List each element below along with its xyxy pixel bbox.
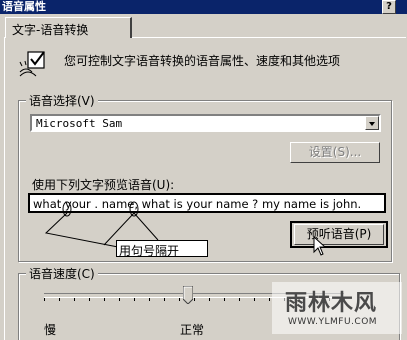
preview-voice-button[interactable]: 预听语音(P) bbox=[294, 224, 384, 245]
speed-slider-tick bbox=[224, 298, 225, 301]
speed-slider-tick bbox=[44, 298, 45, 301]
speed-slider-tick bbox=[119, 298, 120, 301]
checkbox-speech-icon bbox=[19, 51, 45, 77]
chevron-down-icon[interactable] bbox=[365, 116, 379, 130]
voice-speed-label: 语音速度(C) bbox=[26, 265, 98, 282]
preview-label: 使用下列文字预览语音(U): bbox=[32, 178, 175, 192]
speed-slider-tick bbox=[179, 298, 180, 301]
voice-selection-label: 语音选择(V) bbox=[26, 92, 98, 109]
speed-slider-tick bbox=[254, 298, 255, 301]
help-button[interactable]: ? bbox=[382, 0, 396, 14]
speed-slow-label: 慢 bbox=[44, 323, 57, 337]
speed-slider-tick bbox=[104, 298, 105, 301]
speed-slider-tick bbox=[74, 298, 75, 301]
speed-slider-tick bbox=[59, 298, 60, 301]
speed-slider-thumb[interactable] bbox=[183, 286, 193, 304]
speed-slider-tick bbox=[239, 298, 240, 301]
annotation-text: 用句号隔开 bbox=[119, 244, 180, 258]
tab-text-to-speech[interactable]: 文字-语音转换 bbox=[5, 17, 132, 38]
voice-select[interactable]: Microsoft Sam bbox=[30, 114, 381, 132]
speed-normal-label: 正常 bbox=[180, 323, 205, 337]
title-bar: 语音属性 ? bbox=[0, 0, 407, 14]
tab-label: 文字-语音转换 bbox=[12, 23, 89, 37]
speed-slider-tick bbox=[164, 298, 165, 301]
speed-slider-tick bbox=[134, 298, 135, 301]
annotation-callout: 用句号隔开 bbox=[116, 240, 208, 258]
speed-slider-tick bbox=[194, 298, 195, 301]
watermark: 雨林木风 WWW.YLMFU.COM bbox=[272, 282, 402, 334]
speed-slider-tick bbox=[209, 298, 210, 301]
watermark-brand: 雨林木风 bbox=[285, 291, 378, 316]
settings-button-label: 设置(S)... bbox=[308, 145, 362, 159]
speed-slider-tick bbox=[149, 298, 150, 301]
watermark-url: WWW.YLMFU.COM bbox=[288, 317, 378, 327]
voice-select-value: Microsoft Sam bbox=[36, 117, 123, 130]
settings-button[interactable]: 设置(S)... bbox=[290, 142, 380, 163]
speed-slider-tick bbox=[269, 298, 270, 301]
mouse-cursor-icon bbox=[313, 236, 327, 256]
speed-slider-tick bbox=[89, 298, 90, 301]
intro-text: 您可控制文字语音转换的语音属性、速度和其他选项 bbox=[64, 54, 341, 68]
preview-text-input[interactable]: what your . name, what is your name ? my… bbox=[28, 193, 386, 213]
window-title: 语音属性 bbox=[2, 0, 46, 13]
preview-text-value: what your . name, what is your name ? my… bbox=[33, 197, 362, 211]
